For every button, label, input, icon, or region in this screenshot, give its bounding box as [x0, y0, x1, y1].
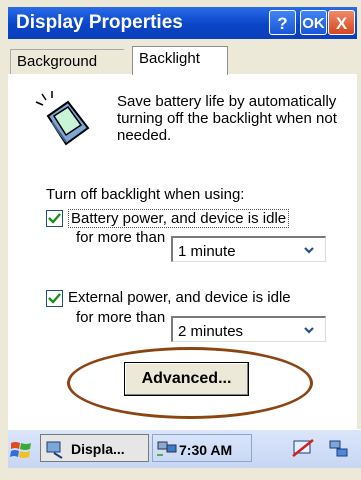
tab-background[interactable]: Background — [10, 49, 124, 74]
tab-backlight[interactable]: Backlight — [132, 46, 228, 75]
advanced-button[interactable]: Advanced... — [124, 362, 249, 396]
task-display[interactable]: Displa... — [40, 434, 149, 462]
description-text: Save battery life by automatically turni… — [117, 93, 337, 144]
tray-network-icon[interactable] — [155, 435, 181, 461]
external-label[interactable]: External power, and device is idle — [68, 289, 291, 306]
network-disconnected-icon[interactable] — [291, 438, 315, 460]
check-icon — [48, 213, 61, 224]
display-icon — [46, 441, 63, 459]
window-title: Display Properties — [16, 12, 183, 33]
taskbar: Displa... 7:30 AM — [8, 429, 361, 468]
close-button[interactable]: X — [328, 10, 355, 35]
section-label: Turn off backlight when using: — [46, 186, 245, 203]
battery-label[interactable]: Battery power, and device is idle — [68, 209, 290, 228]
chevron-down-icon — [304, 247, 314, 254]
battery-checkbox[interactable] — [46, 210, 63, 227]
external-timeout-select[interactable]: 2 minutes — [171, 316, 326, 342]
ok-button[interactable]: OK — [300, 10, 327, 35]
clock-time[interactable]: 7:30 AM — [179, 442, 232, 458]
backlight-device-icon — [30, 88, 94, 157]
connection-icon[interactable] — [328, 438, 350, 460]
title-bar: Display Properties ? OK X — [8, 7, 357, 39]
task-label: Displa... — [71, 441, 125, 457]
windows-start-icon[interactable] — [9, 438, 33, 462]
help-button[interactable]: ? — [269, 10, 296, 35]
screen: Display Properties ? OK X Background Bac… — [0, 0, 361, 480]
battery-timeout-select[interactable]: 1 minute — [171, 236, 326, 262]
external-timeout-value: 2 minutes — [178, 323, 244, 340]
chevron-down-icon — [304, 327, 314, 334]
battery-idle-label: for more than — [76, 229, 166, 246]
tab-strip: Background Backlight — [8, 39, 357, 75]
external-idle-label: for more than — [76, 309, 166, 326]
check-icon — [48, 293, 61, 304]
battery-timeout-value: 1 minute — [178, 243, 236, 260]
external-checkbox[interactable] — [46, 290, 63, 307]
